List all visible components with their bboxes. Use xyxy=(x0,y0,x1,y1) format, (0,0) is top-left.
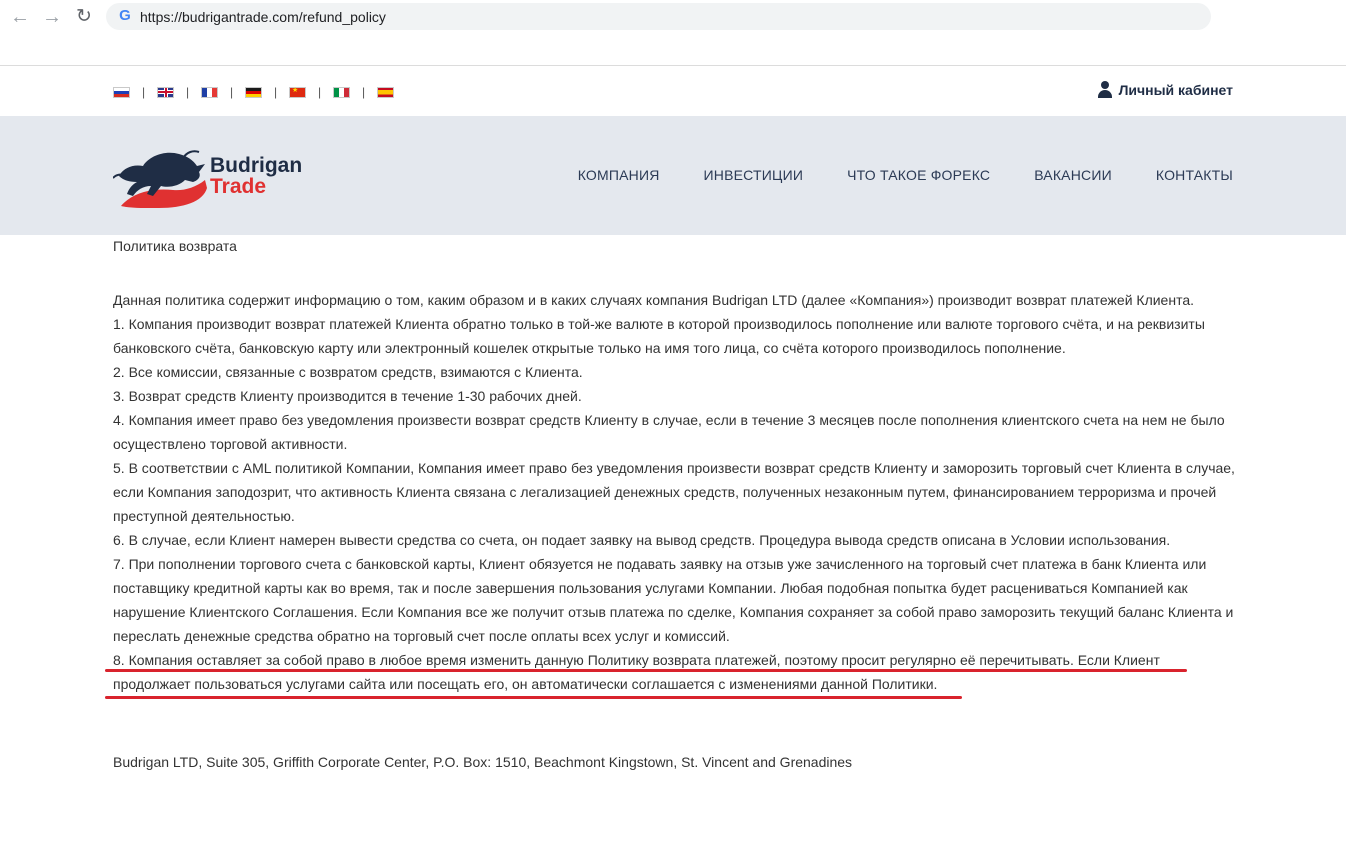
flag-ru-icon[interactable] xyxy=(113,86,130,98)
main-nav: КОМПАНИЯ ИНВЕСТИЦИИ ЧТО ТАКОЕ ФОРЕКС ВАК… xyxy=(534,167,1233,183)
nav-item-vacancies[interactable]: ВАКАНСИИ xyxy=(1034,167,1112,183)
policy-item-2: 2. Все комиссии, связанные с возвратом с… xyxy=(113,364,583,380)
company-address: Budrigan LTD, Suite 305, Griffith Corpor… xyxy=(113,754,853,770)
flag-fr-icon[interactable] xyxy=(201,86,218,98)
flag-de-icon[interactable] xyxy=(245,86,262,98)
policy-text: Данная политика содержит информацию о то… xyxy=(113,288,1238,696)
logo-line2: Trade xyxy=(210,175,267,198)
forward-arrow-icon[interactable]: → xyxy=(40,6,64,28)
annotation-underline xyxy=(105,696,962,699)
separator: | xyxy=(273,84,278,99)
account-link[interactable]: Личный кабинет xyxy=(1097,81,1233,98)
flag-es-icon[interactable] xyxy=(377,86,394,98)
nav-item-contacts[interactable]: КОНТАКТЫ xyxy=(1156,167,1233,183)
reload-icon[interactable]: ↻ xyxy=(72,6,96,28)
logo-text: Budrigan Trade xyxy=(210,155,302,197)
language-switcher: | | | | | | xyxy=(113,85,394,99)
user-icon xyxy=(1097,81,1113,98)
nav-item-company[interactable]: КОМПАНИЯ xyxy=(578,167,660,183)
policy-item-6: 6. В случае, если Клиент намерен вывести… xyxy=(113,532,1171,548)
policy-item-3: 3. Возврат средств Клиенту производится … xyxy=(113,388,582,404)
back-arrow-icon[interactable]: ← xyxy=(8,6,32,28)
policy-intro: Данная политика содержит информацию о то… xyxy=(113,292,1195,308)
page-title: Политика возврата xyxy=(113,238,237,254)
nav-item-what-is-forex[interactable]: ЧТО ТАКОЕ ФОРЕКС xyxy=(847,167,990,183)
url-text[interactable]: https://budrigantrade.com/refund_policy xyxy=(140,9,386,25)
logo[interactable]: Budrigan Trade xyxy=(112,146,303,208)
site-header: Budrigan Trade КОМПАНИЯ ИНВЕСТИЦИИ ЧТО Т… xyxy=(0,116,1346,235)
account-label: Личный кабинет xyxy=(1118,81,1233,98)
separator: | xyxy=(317,84,322,99)
separator: | xyxy=(185,84,190,99)
browser-toolbar: ← → ↻ G https://budrigantrade.com/refund… xyxy=(0,0,1346,66)
annotation-underline xyxy=(105,669,1187,672)
address-bar[interactable]: G https://budrigantrade.com/refund_polic… xyxy=(106,3,1211,30)
policy-item-1: 1. Компания производит возврат платежей … xyxy=(113,316,1205,356)
policy-item-8: 8. Компания оставляет за собой право в л… xyxy=(113,652,1160,692)
bull-logo-icon xyxy=(112,150,207,208)
flag-it-icon[interactable] xyxy=(333,86,350,98)
flag-zh-icon[interactable] xyxy=(289,86,306,98)
logo-line1: Budrigan xyxy=(210,154,303,177)
policy-item-5: 5. В соответствии с AML политикой Компан… xyxy=(113,460,1235,524)
separator: | xyxy=(361,84,366,99)
google-icon: G xyxy=(119,7,131,24)
policy-item-4: 4. Компания имеет право без уведомления … xyxy=(113,412,1225,452)
separator: | xyxy=(141,84,146,99)
policy-item-7: 7. При пополнении торгового счета с банк… xyxy=(113,556,1234,644)
nav-item-investments[interactable]: ИНВЕСТИЦИИ xyxy=(704,167,804,183)
top-strip: | | | | | | Личный кабинет xyxy=(0,67,1346,116)
separator: | xyxy=(229,84,234,99)
flag-en-icon[interactable] xyxy=(157,86,174,98)
